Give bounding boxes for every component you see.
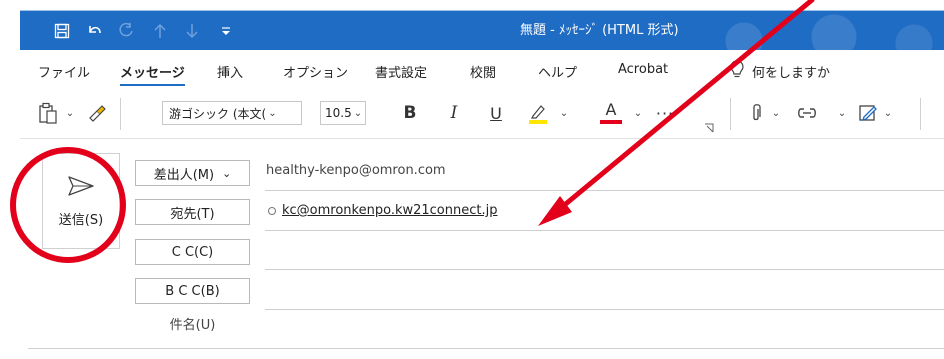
annotation-arrow <box>538 0 815 226</box>
